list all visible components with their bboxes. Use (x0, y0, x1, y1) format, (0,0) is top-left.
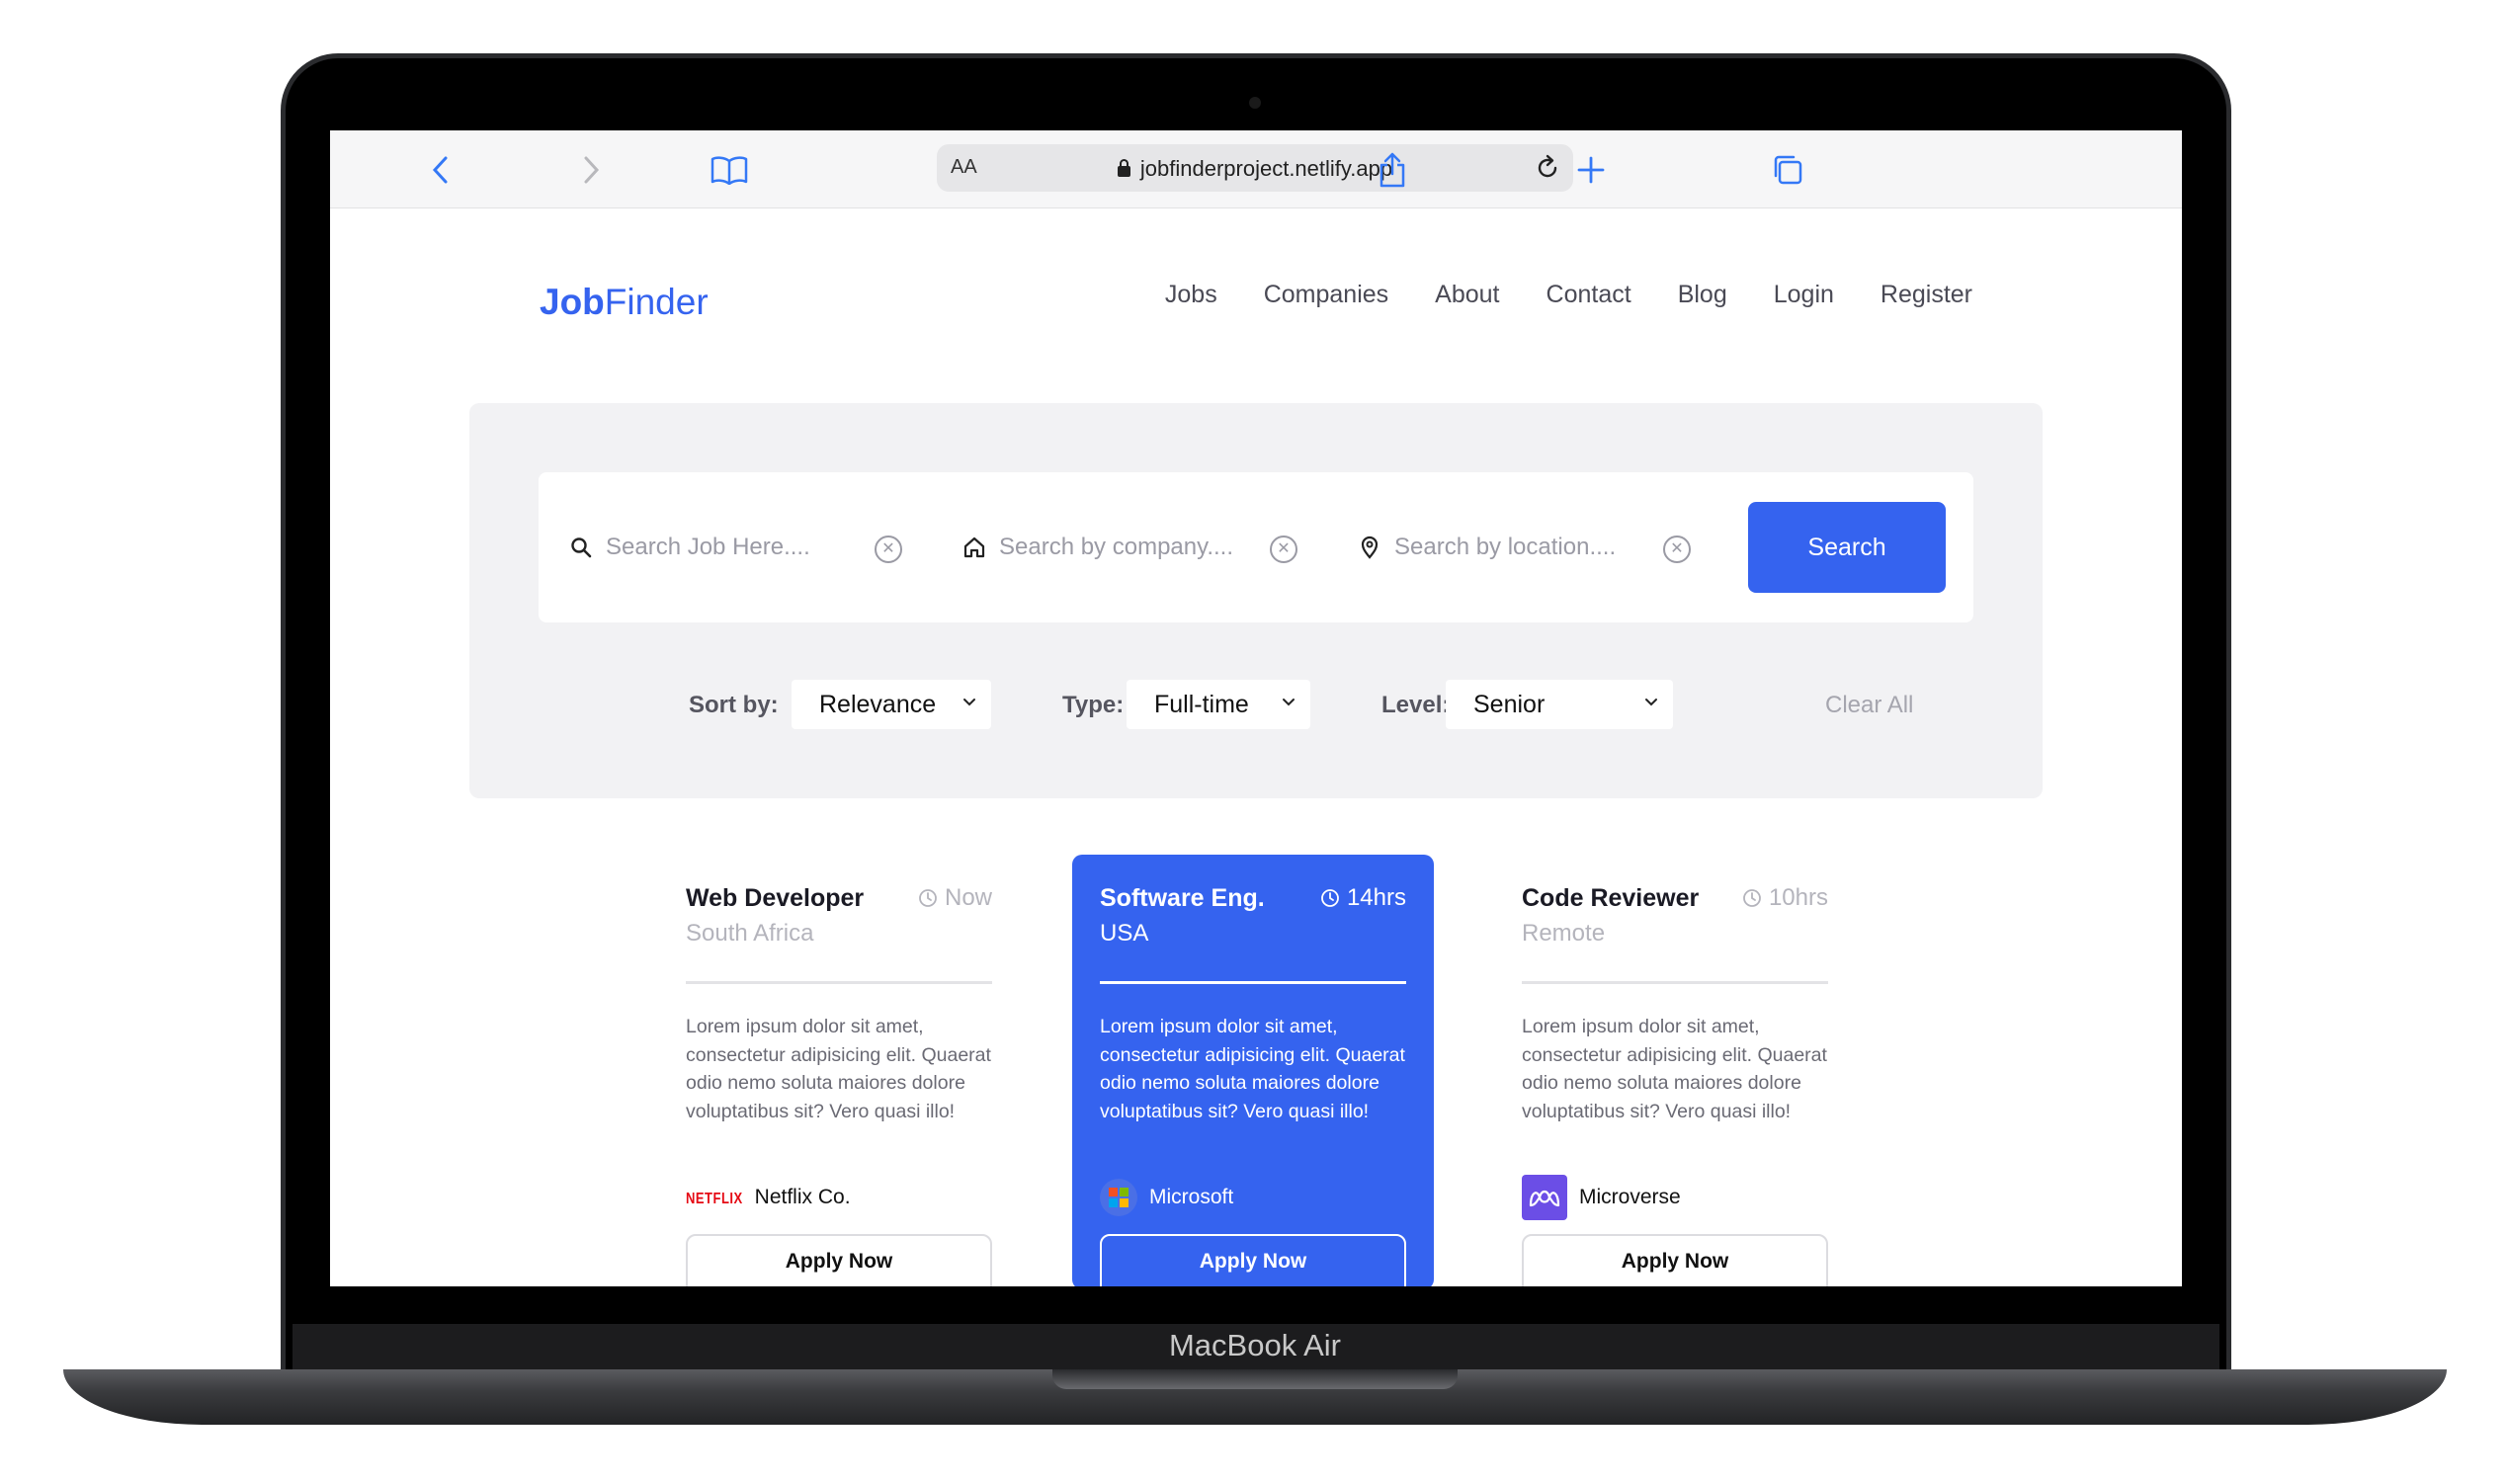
level-select[interactable]: Senior (1446, 680, 1673, 729)
share-icon[interactable] (1373, 150, 1412, 190)
location-pin-icon (1357, 535, 1382, 560)
chevron-down-icon (963, 699, 975, 706)
job-time: 14hrs (1320, 884, 1406, 912)
company-name: Netflix Co. (754, 1186, 851, 1208)
job-location: USA (1100, 920, 1149, 947)
url-value: jobfinderproject.netlify.app (1139, 156, 1393, 181)
job-search-input[interactable] (606, 534, 863, 561)
divider (686, 981, 992, 984)
apply-now-button[interactable]: Apply Now (686, 1234, 992, 1286)
apply-now-button[interactable]: Apply Now (1522, 1234, 1828, 1286)
job-card[interactable]: Code Reviewer 10hrs Remote Lorem ipsum d… (1494, 855, 1856, 1286)
device-label: MacBook Air (1168, 1328, 1341, 1362)
search-button[interactable]: Search (1748, 502, 1946, 593)
clock-icon (919, 889, 937, 907)
job-description: Lorem ipsum dolor sit amet, consectetur … (686, 1016, 991, 1122)
clear-job-icon[interactable]: ✕ (875, 536, 902, 563)
site-logo[interactable]: JobFinder (540, 282, 709, 323)
microsoft-logo (1100, 1179, 1137, 1216)
camera-icon (1249, 97, 1261, 109)
microverse-logo (1522, 1175, 1567, 1220)
url-text: jobfinderproject.netlify.app (937, 156, 1573, 182)
clock-icon (1321, 889, 1339, 907)
clear-company-icon[interactable]: ✕ (1270, 536, 1297, 563)
netflix-logo: NETFLIX (686, 1189, 743, 1206)
apply-now-button[interactable]: Apply Now (1100, 1234, 1406, 1286)
divider (1100, 981, 1406, 984)
laptop-hinge-notch (1052, 1369, 1458, 1389)
job-time-value: 10hrs (1768, 884, 1828, 911)
device-mockup: AA jobfinderproject.netlify.app JobFinde… (0, 0, 2508, 1484)
company-row: NETFLIX Netflix Co. (686, 1175, 851, 1220)
job-description: Lorem ipsum dolor sit amet, consectetur … (1100, 1016, 1405, 1122)
location-search-field (1357, 524, 1651, 571)
job-title: Software Eng. (1100, 884, 1265, 912)
browser-window: AA jobfinderproject.netlify.app JobFinde… (330, 130, 2182, 1286)
company-name: Microsoft (1149, 1186, 1234, 1208)
search-panel: ✕ ✕ ✕ Search Sort by: (469, 403, 2043, 798)
clock-icon (1743, 889, 1761, 907)
job-card-highlighted[interactable]: Software Eng. 14hrs USA Lorem ipsum dolo… (1072, 855, 1434, 1286)
job-location: Remote (1522, 920, 1606, 947)
nav-login[interactable]: Login (1774, 281, 1834, 309)
search-bar: ✕ ✕ ✕ Search (539, 472, 1973, 622)
sort-label: Sort by: (689, 692, 779, 718)
search-icon (568, 535, 594, 560)
company-search-input[interactable] (999, 534, 1256, 561)
filter-row: Sort by: Relevance Type: Full-time Level… (469, 680, 2043, 729)
nav-about[interactable]: About (1435, 281, 1499, 309)
job-time: 10hrs (1742, 884, 1828, 912)
job-time-value: 14hrs (1346, 884, 1406, 911)
chevron-down-icon (1645, 699, 1657, 706)
sort-value: Relevance (819, 691, 937, 718)
chevron-down-icon (1283, 699, 1295, 706)
job-description: Lorem ipsum dolor sit amet, consectetur … (1522, 1016, 1827, 1122)
job-search-field (568, 524, 863, 571)
nav-contact[interactable]: Contact (1547, 281, 1631, 309)
lock-icon (1117, 159, 1130, 177)
clear-all-button[interactable]: Clear All (1825, 692, 1913, 719)
job-title: Web Developer (686, 884, 865, 912)
job-time-value: Now (944, 884, 992, 911)
company-search-field (961, 524, 1256, 571)
job-time: Now (918, 884, 992, 912)
type-value: Full-time (1154, 691, 1249, 718)
divider (1522, 981, 1828, 984)
forward-icon[interactable] (572, 150, 612, 190)
nav-blog[interactable]: Blog (1678, 281, 1727, 309)
reload-icon[interactable] (1534, 154, 1561, 182)
nav-companies[interactable]: Companies (1264, 281, 1388, 309)
job-title: Code Reviewer (1522, 884, 1700, 912)
tabs-overview-icon[interactable] (1768, 150, 1807, 190)
company-name: Microverse (1579, 1186, 1681, 1208)
logo-bold: Job (540, 282, 605, 322)
company-row: Microsoft (1100, 1175, 1233, 1220)
level-value: Senior (1473, 691, 1546, 718)
level-label: Level: (1381, 692, 1451, 718)
job-location: South Africa (686, 920, 814, 947)
main-nav: Jobs Companies About Contact Blog Login … (1119, 281, 1972, 309)
clear-location-icon[interactable]: ✕ (1663, 536, 1691, 563)
location-search-input[interactable] (1394, 534, 1651, 561)
sort-select[interactable]: Relevance (792, 680, 991, 729)
home-icon (961, 535, 987, 560)
company-row: Microverse (1522, 1175, 1681, 1220)
logo-light: Finder (604, 282, 709, 322)
bookmarks-icon[interactable] (710, 150, 749, 190)
nav-jobs[interactable]: Jobs (1165, 281, 1217, 309)
job-card[interactable]: Web Developer Now South Africa Lorem ips… (658, 855, 1020, 1286)
type-select[interactable]: Full-time (1127, 680, 1310, 729)
address-bar[interactable]: AA jobfinderproject.netlify.app (937, 144, 1573, 192)
new-tab-icon[interactable] (1571, 150, 1611, 190)
type-label: Type: (1062, 692, 1125, 718)
browser-toolbar: AA jobfinderproject.netlify.app (330, 130, 2182, 208)
nav-register[interactable]: Register (1881, 281, 1972, 309)
back-icon[interactable] (420, 150, 460, 190)
